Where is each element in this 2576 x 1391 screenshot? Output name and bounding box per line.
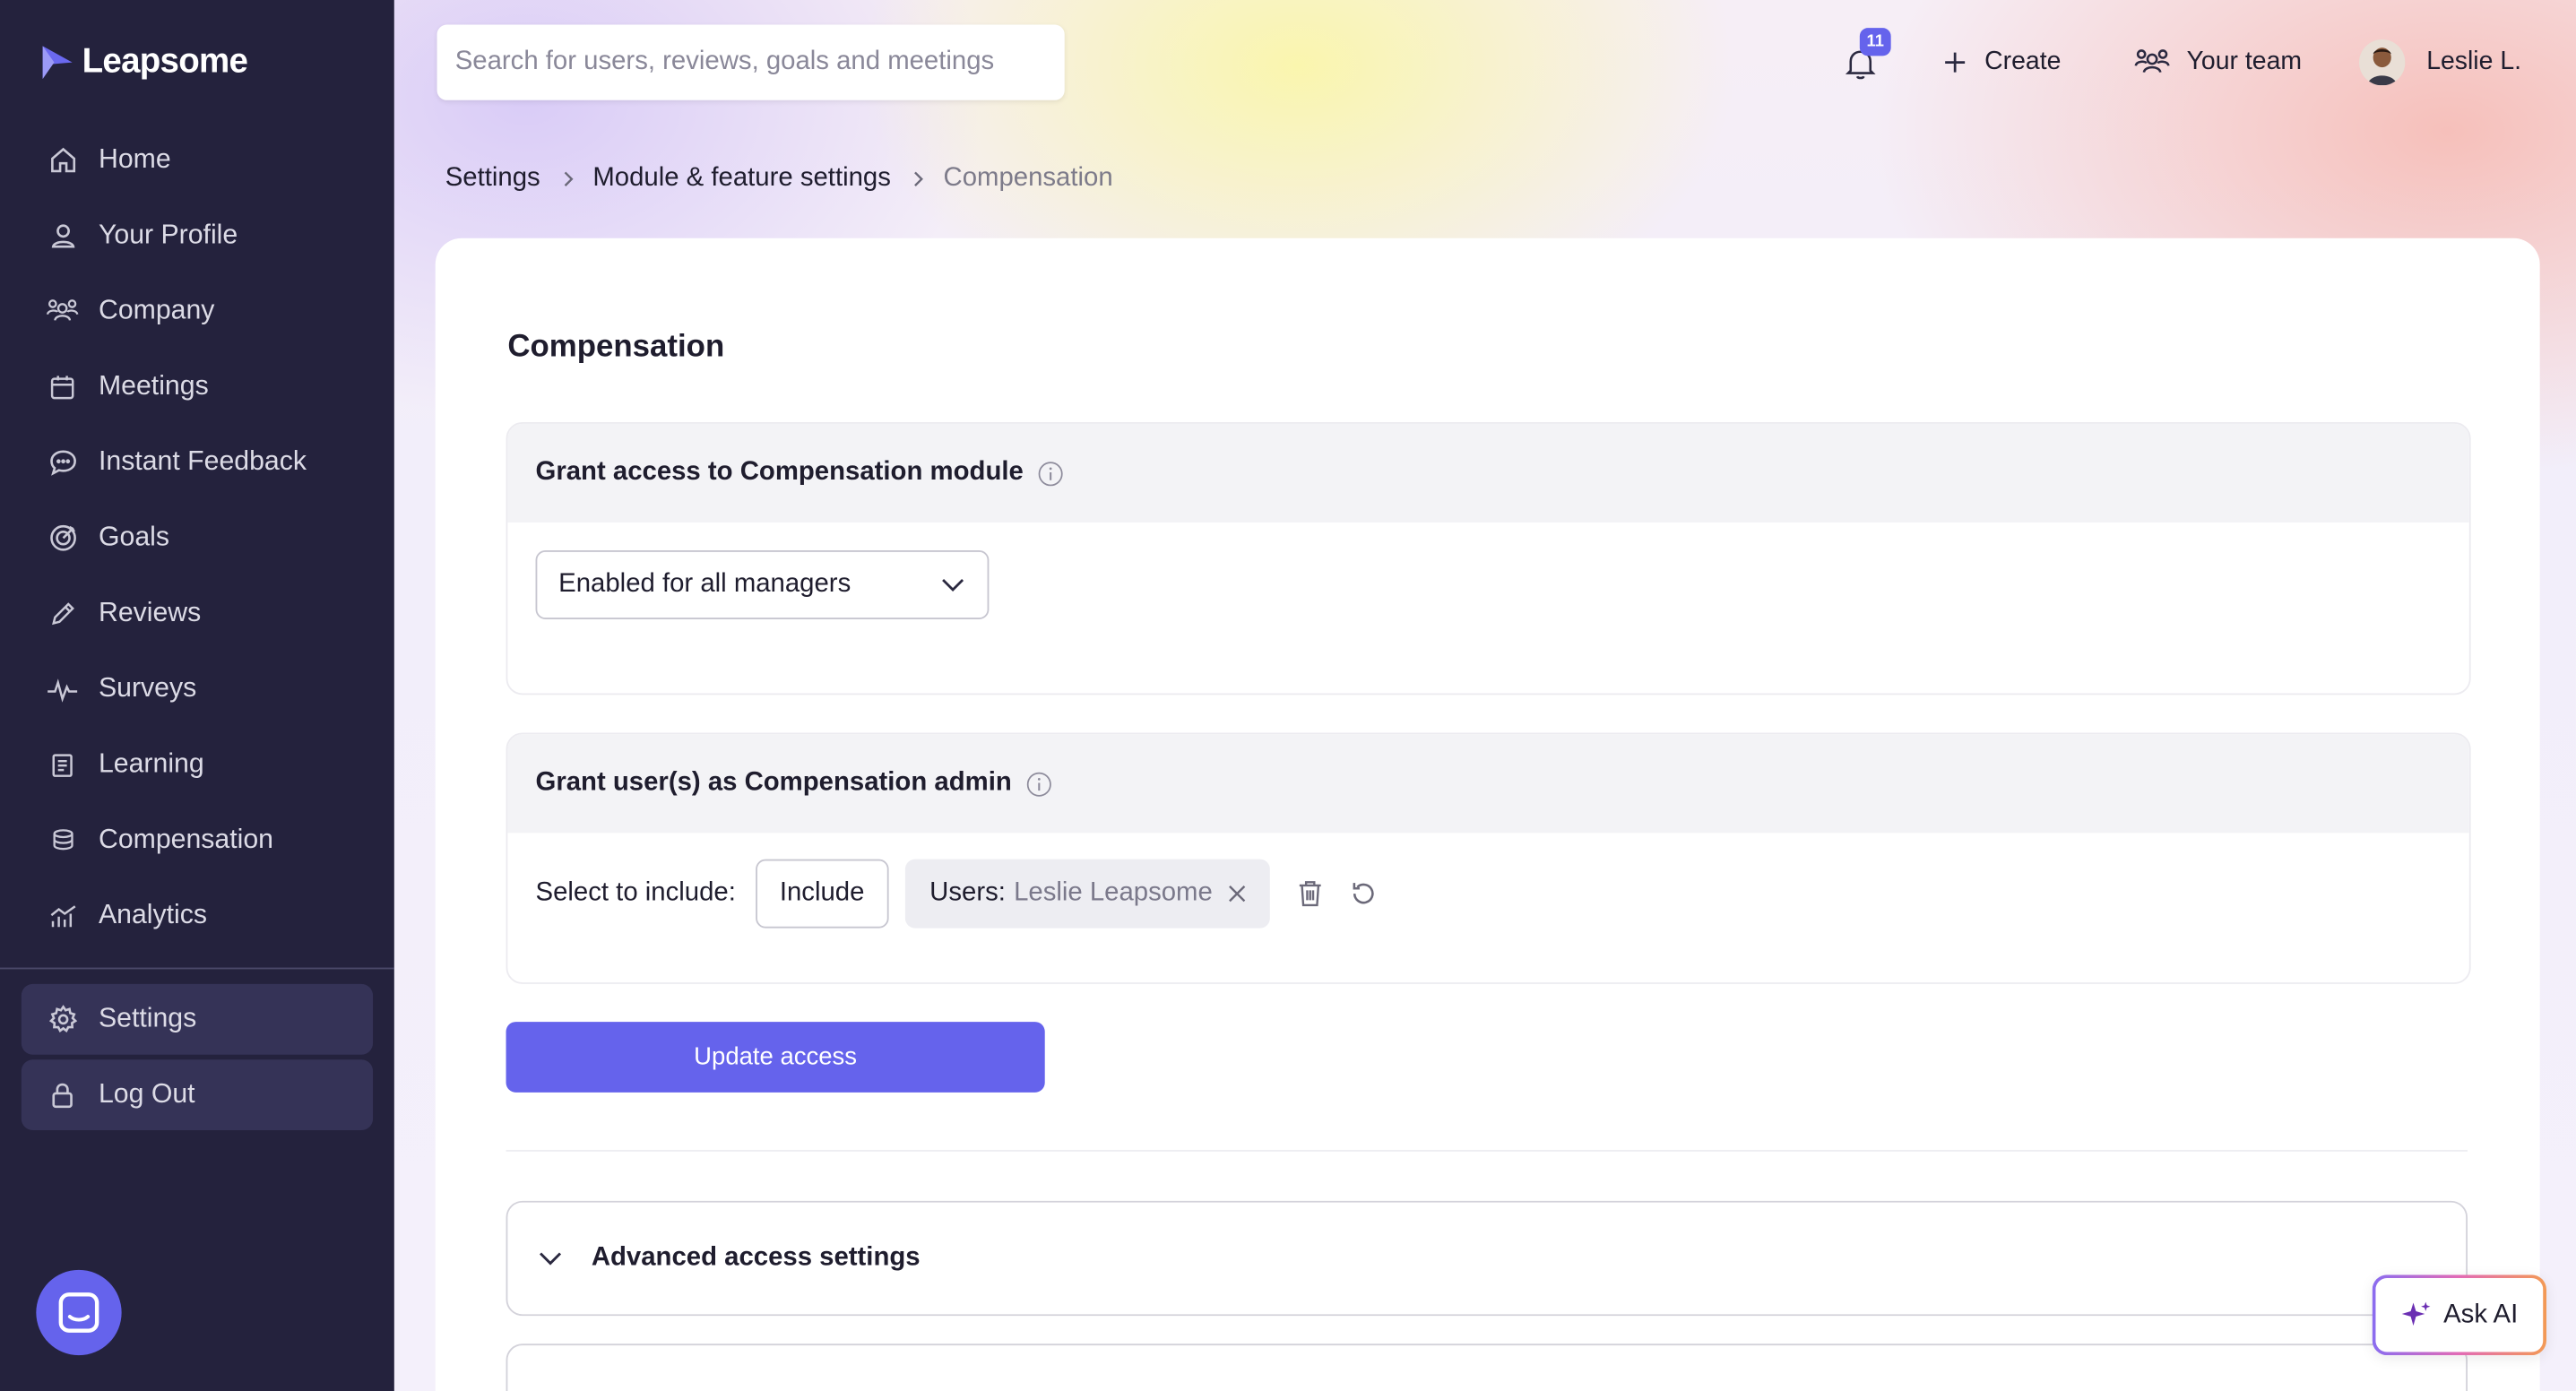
user-name: Leslie L. [2426,48,2522,76]
support-chat-button[interactable] [36,1269,122,1356]
info-icon[interactable] [1036,459,1064,487]
page-title: Compensation [507,330,725,365]
breadcrumb: Settings Module & feature settings Compe… [445,164,1113,194]
sidebar-item-label: Settings [98,1003,197,1033]
sidebar-item-label: Log Out [98,1079,195,1110]
sidebar-item-label: Meetings [98,371,209,402]
sidebar-item-surveys[interactable]: Surveys [22,653,373,724]
users-icon [46,295,79,328]
calendar-icon [46,370,79,403]
plus-icon [1945,52,1966,73]
settings-card: Compensation Grant access to Compensatio… [435,238,2540,1391]
logo-text: Leapsome [82,42,248,81]
sidebar-item-label: Analytics [98,900,208,930]
leapsome-logo-icon [42,46,73,79]
lock-icon [46,1078,79,1111]
advanced-access-accordion[interactable]: Advanced access settings [506,1200,2468,1317]
sidebar-item-label: Reviews [98,598,202,628]
select-to-include-label: Select to include: [535,878,736,907]
chat-icon [46,446,79,480]
users-filter-chip[interactable]: Users: Leslie Leapsome [904,859,1270,929]
search-input[interactable]: Search for users, reviews, goals and mee… [437,24,1065,100]
user-menu[interactable]: Leslie L. [2359,36,2521,89]
breadcrumb-settings[interactable]: Settings [445,164,540,194]
your-team-button[interactable]: Your team [2134,36,2302,89]
coins-icon [46,824,79,857]
module-access-section: Grant access to Compensation module Enab… [506,422,2471,696]
sidebar: Leapsome Home Your Profile Company Meeti… [0,0,394,1391]
home-icon [46,143,79,177]
ask-ai-label: Ask AI [2443,1300,2519,1328]
sidebar-item-goals[interactable]: Goals [22,503,373,574]
chevron-right-icon [912,169,926,189]
sidebar-item-label: Company [98,295,215,325]
users-icon [2134,49,2170,73]
ask-ai-button[interactable]: Ask AI [2373,1274,2546,1355]
create-button[interactable]: Create [1941,36,2061,89]
admin-filter-row: Select to include: Include Users: Leslie… [535,859,1379,929]
chevron-down-icon [942,579,964,592]
sidebar-item-label: Compensation [98,825,274,855]
sidebar-item-meetings[interactable]: Meetings [22,351,373,422]
sparkle-icon [2402,1300,2431,1326]
info-icon[interactable] [1024,770,1052,798]
update-access-button[interactable]: Update access [506,1022,1045,1093]
sidebar-item-log-out[interactable]: Log Out [21,1059,374,1131]
book-icon [46,748,79,782]
close-icon[interactable] [1227,884,1247,903]
section-divider [506,1150,2468,1152]
pencil-icon [46,597,79,630]
module-access-select[interactable]: Enabled for all managers [535,550,990,620]
main-area: Search for users, reviews, goals and mee… [393,0,2576,1391]
sidebar-item-compensation[interactable]: Compensation [22,805,373,876]
module-access-selected: Enabled for all managers [558,570,851,599]
sidebar-item-your-profile[interactable]: Your Profile [22,201,373,272]
chevron-down-icon [537,1250,563,1266]
module-access-title: Grant access to Compensation module [535,458,1024,487]
sidebar-item-reviews[interactable]: Reviews [22,578,373,649]
chevron-right-icon [562,169,575,189]
sidebar-item-label: Instant Feedback [98,446,307,477]
create-label: Create [1984,48,2062,76]
chip-key: Users: [929,878,1006,907]
pulse-icon [46,673,79,706]
search-placeholder: Search for users, reviews, goals and mee… [454,48,995,76]
avatar [2359,39,2406,86]
sidebar-item-home[interactable]: Home [22,125,373,195]
sidebar-item-learning[interactable]: Learning [22,730,373,800]
module-access-heading: Grant access to Compensation module [507,423,2469,523]
include-dropdown[interactable]: Include [755,859,889,929]
leapsome-logo[interactable]: Leapsome [39,42,248,82]
sidebar-item-label: Learning [98,748,204,779]
chat-icon [58,1292,99,1333]
sidebar-item-instant-feedback[interactable]: Instant Feedback [22,428,373,498]
reset-icon[interactable] [1349,879,1379,909]
sidebar-item-label: Goals [98,522,169,552]
advanced-access-title: Advanced access settings [591,1243,921,1272]
breadcrumb-module-feature-settings[interactable]: Module & feature settings [592,164,891,194]
gear-icon [46,1003,79,1036]
chip-value: Leslie Leapsome [1014,878,1213,907]
user-icon [46,220,79,253]
sidebar-item-company[interactable]: Company [22,276,373,347]
sidebar-item-label: Surveys [98,673,197,704]
admin-access-heading: Grant user(s) as Compensation admin [507,734,2469,834]
breadcrumb-compensation: Compensation [943,164,1113,193]
sidebar-item-settings[interactable]: Settings [21,983,374,1055]
sidebar-item-label: Your Profile [98,220,238,250]
trash-icon[interactable] [1296,879,1324,909]
sidebar-item-analytics[interactable]: Analytics [22,880,373,951]
chart-icon [46,900,79,933]
target-icon [46,522,79,555]
sidebar-divider [0,967,394,970]
your-team-label: Your team [2186,48,2303,76]
collapsed-accordion[interactable] [506,1343,2468,1391]
notification-badge: 11 [1859,28,1891,56]
admin-access-title: Grant user(s) as Compensation admin [535,768,1012,797]
sidebar-item-label: Home [98,144,171,175]
